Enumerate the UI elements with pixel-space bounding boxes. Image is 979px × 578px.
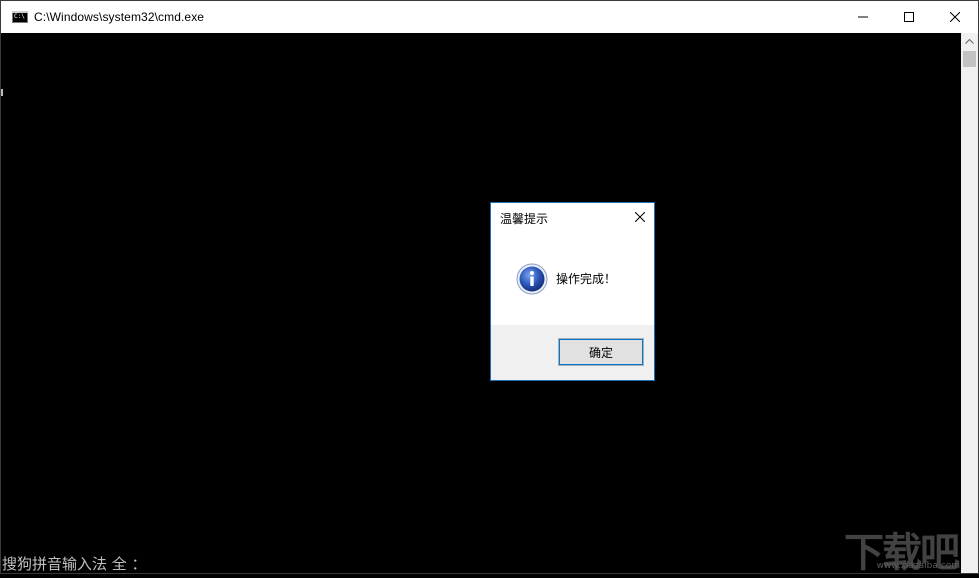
dialog-title: 温馨提示	[500, 212, 549, 226]
vertical-scrollbar[interactable]	[961, 33, 978, 573]
console-area[interactable]	[1, 33, 961, 573]
close-icon	[950, 12, 960, 22]
maximize-icon	[904, 12, 914, 22]
scroll-up-button[interactable]	[961, 33, 978, 50]
window-controls	[840, 1, 978, 33]
dialog-close-button[interactable]	[632, 209, 648, 225]
watermark-url: www.xiazaiba.com	[876, 561, 960, 571]
scroll-thumb[interactable]	[963, 51, 976, 67]
close-button[interactable]	[932, 1, 978, 33]
ime-status-text: 搜狗拼音输入法 全 ：	[2, 555, 147, 573]
text-cursor	[1, 89, 3, 96]
dialog-message: 操作完成！	[556, 272, 617, 286]
maximize-button[interactable]	[886, 1, 932, 33]
ok-button[interactable]: 确定	[558, 338, 644, 366]
cmd-window: C:\ C:\Windows\system32\cmd.exe 搜狗拼音输入法 …	[0, 0, 979, 576]
dialog-footer: 确定	[491, 325, 654, 380]
minimize-icon	[858, 16, 868, 18]
window-title: C:\Windows\system32\cmd.exe	[34, 10, 205, 24]
message-dialog: 温馨提示 操作完成！ 确定	[490, 202, 655, 381]
close-icon	[635, 212, 645, 222]
minimize-button[interactable]	[840, 1, 886, 33]
cmd-console-icon[interactable]: C:\	[12, 11, 28, 23]
title-bar[interactable]: C:\ C:\Windows\system32\cmd.exe	[1, 1, 978, 33]
info-icon	[516, 263, 548, 295]
chevron-up-icon	[965, 39, 974, 44]
